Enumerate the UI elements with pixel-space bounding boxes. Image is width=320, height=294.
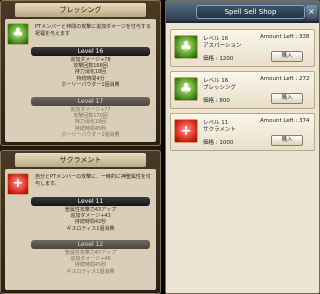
level-label: Level 16 bbox=[31, 47, 150, 56]
blessing-icon: ♣ bbox=[174, 77, 198, 101]
skill-card-sacrament: サクラメント + 自分とPTメンバーの攻撃に、一時的に神聖属性を付与します。 L… bbox=[0, 150, 161, 294]
level-stats: 追加ダメージ+78 攻撃回数168回 持力消化18回 持続時間4分 ホーリーパウ… bbox=[31, 57, 150, 88]
item-amount-left: Amount Left : 272 bbox=[260, 76, 310, 82]
item-name: サクラメント bbox=[203, 127, 236, 133]
shop-item-aspersion[interactable]: ♣ レベル 16 Amount Left : 338 アスパーション 価格 : … bbox=[170, 29, 315, 67]
close-icon[interactable]: × bbox=[306, 5, 317, 19]
stat-line: ホーリーパウダー1個消費 bbox=[61, 131, 120, 138]
level-block-next: Level 17 追加ダメージ+77 攻撃回数170回 持力消化18回 持続時間… bbox=[31, 97, 150, 138]
blessing-glyph: ♣ bbox=[179, 81, 193, 97]
shop-title: Spell Sell Shop bbox=[196, 5, 305, 19]
level-block-next: Level 12 聖属性攻撃力47アップ 追加ダメージ+46 持続時間45秒 ギ… bbox=[31, 240, 150, 275]
skill-description: 自分とPTメンバーの攻撃に、一時的に神聖属性を付与します。 bbox=[35, 174, 151, 187]
skill-card-blessing: ブレッシング ♣ PTメンバーと仲間の攻撃に追加ダメージを付与する祝福を与えます… bbox=[0, 0, 161, 146]
level-label: Level 12 bbox=[31, 240, 150, 249]
shop-item-sacrament[interactable]: + レベル 11 Amount Left : 374 サクラメント 価格 : 1… bbox=[170, 113, 315, 151]
skill-card-title: サクラメント bbox=[15, 153, 146, 167]
level-block-current: Level 16 追加ダメージ+78 攻撃回数168回 持力消化18回 持続時間… bbox=[31, 47, 150, 88]
buy-button[interactable]: 購入 bbox=[271, 93, 303, 104]
level-label: Level 17 bbox=[31, 97, 150, 106]
item-price: 価格 : 1000 bbox=[203, 140, 234, 146]
buy-button[interactable]: 購入 bbox=[271, 135, 303, 146]
stat-line: ホーリーパウダー1個消費 bbox=[61, 81, 120, 88]
item-name: アスパーション bbox=[203, 43, 242, 49]
sacrament-icon: + bbox=[7, 173, 29, 195]
stat-line: ギスロティス1個消費 bbox=[66, 225, 115, 232]
buy-button[interactable]: 購入 bbox=[271, 51, 303, 62]
skill-description: PTメンバーと仲間の攻撃に追加ダメージを付与する祝福を与えます bbox=[35, 24, 151, 37]
shop-header: Spell Sell Shop × bbox=[166, 1, 319, 23]
item-amount-left: Amount Left : 338 bbox=[260, 34, 310, 40]
item-name: ブレッシング bbox=[203, 85, 237, 91]
level-label: Level 11 bbox=[31, 197, 150, 206]
item-price: 価格 : 1200 bbox=[203, 56, 234, 62]
level-block-current: Level 11 聖属性攻撃力43アップ 追加ダメージ+43 持続時間42秒 ギ… bbox=[31, 197, 150, 232]
level-stats: 聖属性攻撃力43アップ 追加ダメージ+43 持続時間42秒 ギスロティス1個消費 bbox=[31, 207, 150, 232]
shop-item-blessing[interactable]: ♣ レベル 16 Amount Left : 272 ブレッシング 価格 : 8… bbox=[170, 71, 315, 109]
sacrament-glyph: + bbox=[12, 176, 24, 191]
sacrament-glyph: + bbox=[180, 123, 192, 139]
item-price: 価格 : 800 bbox=[203, 98, 230, 104]
skill-card-body: + 自分とPTメンバーの攻撃に、一時的に神聖属性を付与します。 Level 11… bbox=[5, 169, 156, 290]
stat-line: ギスロティス1個消費 bbox=[66, 268, 115, 275]
blessing-icon: ♣ bbox=[7, 23, 29, 45]
skill-card-title: ブレッシング bbox=[15, 3, 146, 17]
level-stats: 追加ダメージ+77 攻撃回数170回 持力消化18回 持続時間45秒 ホーリーパ… bbox=[31, 107, 150, 138]
skill-info-panel: ブレッシング ♣ PTメンバーと仲間の攻撃に追加ダメージを付与する祝福を与えます… bbox=[0, 0, 161, 294]
level-stats: 聖属性攻撃力47アップ 追加ダメージ+46 持続時間45秒 ギスロティス1個消費 bbox=[31, 250, 150, 275]
aspersion-icon: ♣ bbox=[174, 35, 198, 59]
sacrament-icon: + bbox=[174, 119, 198, 143]
aspersion-glyph: ♣ bbox=[179, 39, 193, 55]
skill-card-body: ♣ PTメンバーと仲間の攻撃に追加ダメージを付与する祝福を与えます Level … bbox=[5, 19, 156, 142]
blessing-glyph: ♣ bbox=[12, 26, 24, 41]
spell-shop-window: Spell Sell Shop × ♣ レベル 16 Amount Left :… bbox=[165, 0, 320, 294]
item-amount-left: Amount Left : 374 bbox=[260, 118, 310, 124]
